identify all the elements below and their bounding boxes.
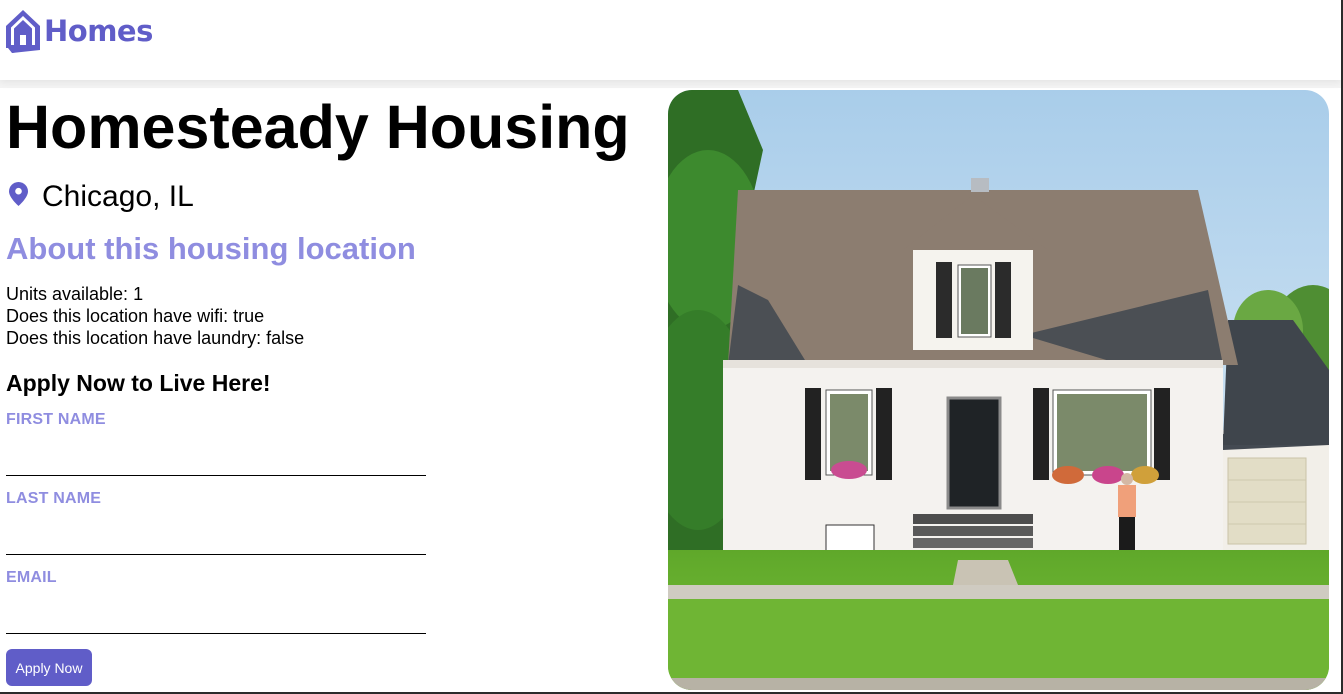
listing-location: Chicago, IL [9,179,194,215]
house-photo-image [668,90,1329,690]
brand-name: Homes [44,13,153,48]
units-available-text: Units available: 1 [6,284,144,304]
listing-features: Units available: 1 Does this location ha… [6,283,304,349]
location-pin-icon [9,182,28,206]
email-label: EMAIL [6,569,57,586]
about-heading: About this housing location [6,231,416,266]
page: Homes Homesteady Housing Chicago, IL Abo… [0,0,1343,694]
top-navigation-bar: Homes [0,0,1341,80]
home-logo-link[interactable]: Homes [6,10,153,53]
house-icon [6,10,40,53]
apply-now-button[interactable]: Apply Now [6,649,92,686]
wifi-text: Does this location have wifi: true [6,306,265,326]
email-input[interactable] [6,604,426,634]
listing-photo [668,90,1329,690]
apply-heading: Apply Now to Live Here! [6,370,271,396]
first-name-input[interactable] [6,446,426,476]
last-name-label: LAST NAME [6,490,102,507]
last-name-input[interactable] [6,525,426,555]
listing-title: Homesteady Housing [6,93,630,161]
laundry-text: Does this location have laundry: false [6,328,305,348]
location-text: Chicago, IL [42,180,194,213]
first-name-label: FIRST NAME [6,411,106,428]
